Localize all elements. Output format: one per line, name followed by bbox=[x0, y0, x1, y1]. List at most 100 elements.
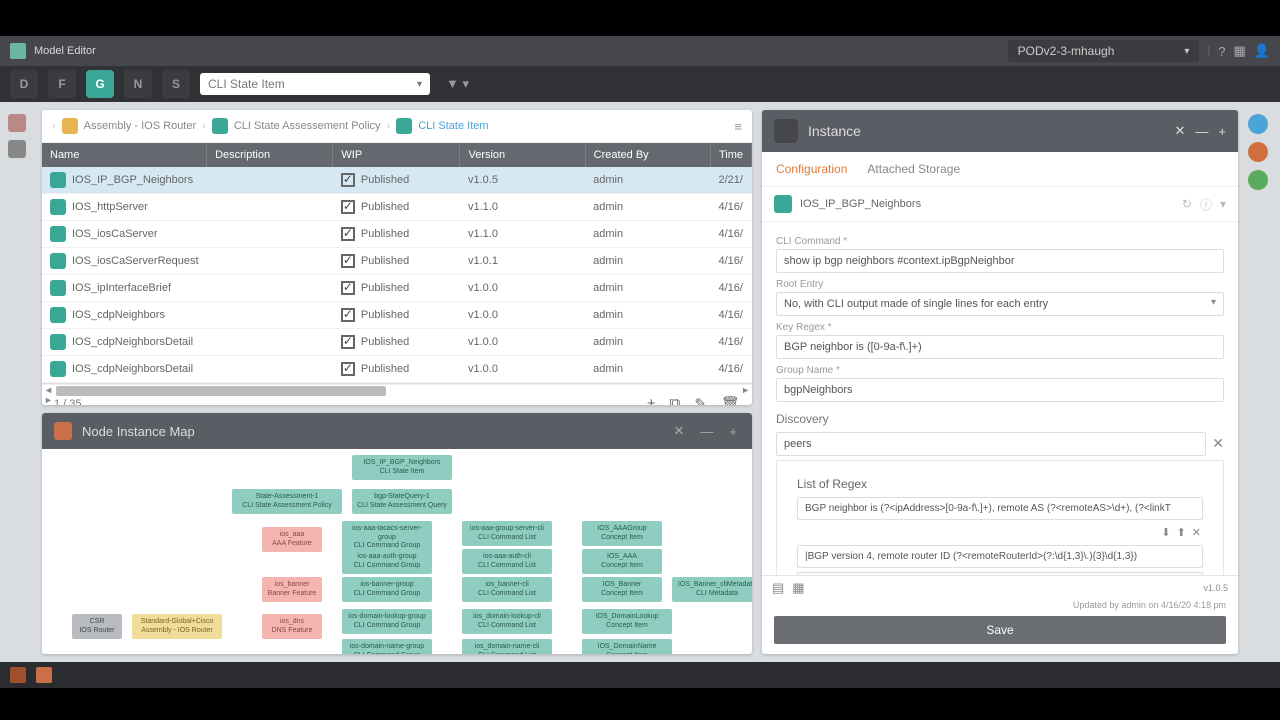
map-node[interactable]: ios_dnsDNS Feature bbox=[262, 614, 322, 639]
map-node[interactable]: ios_domain-lookup-cliCLI Command List bbox=[462, 609, 552, 634]
map-node[interactable]: IOS_BannerConcept Item bbox=[582, 577, 662, 602]
minimize-icon[interactable]: — bbox=[1195, 124, 1208, 139]
col-by[interactable]: Created By bbox=[585, 143, 710, 167]
col-desc[interactable]: Description bbox=[207, 143, 333, 167]
type-filter-dropdown[interactable]: CLI State Item▾ bbox=[200, 73, 430, 95]
hex-icon-s[interactable]: S bbox=[162, 70, 190, 98]
dock-icon[interactable] bbox=[1248, 142, 1268, 162]
table-row[interactable]: IOS_httpServerPublishedv1.1.0admin4/16/ bbox=[42, 194, 752, 221]
map-node[interactable]: IOS_IP_BGP_NeighborsCLI State Item bbox=[352, 455, 452, 480]
cli-command-input[interactable] bbox=[776, 249, 1224, 273]
map-node[interactable]: ios-banner-groupCLI Command Group bbox=[342, 577, 432, 602]
col-wip[interactable]: WIP bbox=[333, 143, 460, 167]
hex-icon-n[interactable]: N bbox=[124, 70, 152, 98]
taskbar-icon[interactable] bbox=[36, 667, 52, 683]
remove-icon[interactable]: ✕ bbox=[1192, 527, 1201, 539]
context-dropdown[interactable]: PODv2-3-mhaugh bbox=[1008, 40, 1200, 62]
map-node[interactable]: State-Assessment-1CLI State Assessment P… bbox=[232, 489, 342, 514]
table-row[interactable]: IOS_cdpNeighborsPublishedv1.0.0admin4/16… bbox=[42, 302, 752, 329]
map-node[interactable]: bgp-StateQuery-1CLI State Assessment Que… bbox=[352, 489, 452, 514]
map-node[interactable]: IOS_AAAConcept Item bbox=[582, 549, 662, 574]
map-node[interactable]: ios_domain-name-cliCLI Command List bbox=[462, 639, 552, 654]
regex-input[interactable]: |BGP version 4, remote router ID (?<remo… bbox=[797, 545, 1203, 568]
remove-icon[interactable]: ✕ bbox=[1212, 435, 1224, 452]
horizontal-scrollbar[interactable]: ◄► bbox=[42, 383, 752, 384]
map-node[interactable]: ios-domain-name-groupCLI Command Group bbox=[342, 639, 432, 654]
table-row[interactable]: IOS_cdpNeighborsDetailPublishedv1.0.0adm… bbox=[42, 329, 752, 356]
move-up-icon[interactable]: ⬆ bbox=[1177, 527, 1186, 539]
grid-icon[interactable]: ▦ bbox=[1234, 43, 1246, 59]
right-dock bbox=[1248, 110, 1272, 654]
map-node[interactable]: IOS_DomainLookupConcept Item bbox=[582, 609, 672, 634]
move-down-icon[interactable]: ⬇ bbox=[1161, 527, 1170, 539]
table-row[interactable]: IOS_cdpNeighborsDetailPublishedv1.0.0adm… bbox=[42, 356, 752, 383]
map-node[interactable]: CSRIOS Router bbox=[72, 614, 122, 639]
columns-icon[interactable]: ≡ bbox=[734, 119, 742, 134]
table-panel: › Assembly - IOS Router › CLI State Asse… bbox=[42, 110, 752, 405]
regex-list-title: List of Regex bbox=[797, 477, 1213, 491]
taskbar-icon[interactable] bbox=[10, 667, 26, 683]
refresh-icon[interactable]: ↻ bbox=[1182, 197, 1192, 211]
map-node[interactable]: IOS_DomainNameConcept Item bbox=[582, 639, 672, 654]
help-icon[interactable]: ? bbox=[1218, 44, 1225, 59]
filter-icon[interactable]: ▼ ▾ bbox=[440, 76, 475, 92]
instance-panel: Instance ✕ — + Configuration Attached St… bbox=[762, 110, 1238, 654]
map-node[interactable]: ios_aaaAAA Feature bbox=[262, 527, 322, 552]
close-icon[interactable]: ✕ bbox=[1175, 123, 1186, 139]
map-node[interactable]: IOS_AAAGroupConcept Item bbox=[582, 521, 662, 546]
breadcrumb-link[interactable]: Assembly - IOS Router bbox=[84, 120, 196, 132]
regex-input[interactable]: BGP neighbor is (?<ipAddress>[0-9a-f\.]+… bbox=[797, 497, 1203, 520]
group-name-input[interactable] bbox=[776, 378, 1224, 402]
dock-icon[interactable] bbox=[8, 140, 26, 158]
add-icon[interactable]: + bbox=[1218, 124, 1226, 139]
regex-input[interactable]: BGP state = (?<bgpState>\w+), (?:up|down… bbox=[797, 572, 1203, 575]
table-row[interactable]: IOS_iosCaServerPublishedv1.1.0admin4/16/ bbox=[42, 221, 752, 248]
discovery-input[interactable] bbox=[776, 432, 1206, 456]
map-node[interactable]: Standard-Global+CiscoAssembly - IOS Rout… bbox=[132, 614, 222, 639]
info-icon[interactable]: ⓘ bbox=[1200, 196, 1212, 213]
dock-icon[interactable] bbox=[1248, 170, 1268, 190]
table-row[interactable]: IOS_iosCaServerRequestPublishedv1.0.1adm… bbox=[42, 248, 752, 275]
save-button[interactable]: Save bbox=[774, 616, 1226, 644]
col-name[interactable]: Name bbox=[42, 143, 207, 167]
map-canvas[interactable]: IOS_IP_BGP_NeighborsCLI State Item State… bbox=[42, 449, 752, 654]
discovery-label: Discovery bbox=[776, 412, 1224, 426]
map-node[interactable]: ios-domain-lookup-groupCLI Command Group bbox=[342, 609, 432, 634]
map-node[interactable]: ios-aaa-group-server-cliCLI Command List bbox=[462, 521, 552, 546]
breadcrumb-current: CLI State Item bbox=[418, 120, 488, 132]
root-entry-select[interactable] bbox=[776, 292, 1224, 316]
dock-icon[interactable] bbox=[8, 114, 26, 132]
map-node[interactable]: ios_bannerBanner Feature bbox=[262, 577, 322, 602]
grid-view-icon[interactable]: ▦ bbox=[792, 580, 804, 596]
table-row[interactable]: IOS_ipInterfaceBriefPublishedv1.0.0admin… bbox=[42, 275, 752, 302]
user-icon[interactable]: 👤 bbox=[1254, 43, 1270, 59]
col-time[interactable]: Time bbox=[710, 143, 751, 167]
regex-group: List of Regex BGP neighbor is (?<ipAddre… bbox=[776, 460, 1224, 575]
chevron-down-icon[interactable]: ▾ bbox=[1220, 197, 1226, 211]
close-icon[interactable]: ✕ bbox=[671, 423, 688, 439]
policy-icon bbox=[212, 118, 228, 134]
divider: | bbox=[1207, 45, 1210, 57]
updated-label: Updated by admin on 4/16/20 4:18 pm bbox=[762, 600, 1238, 610]
hex-icon-d[interactable]: D bbox=[10, 70, 38, 98]
dock-icon[interactable] bbox=[1248, 114, 1268, 134]
map-hex-icon bbox=[54, 422, 72, 440]
key-regex-input[interactable] bbox=[776, 335, 1224, 359]
add-icon[interactable]: + bbox=[726, 424, 740, 439]
map-node[interactable]: ios-aaa-auth-groupCLI Command Group bbox=[342, 549, 432, 574]
table-row[interactable]: IOS_IP_BGP_NeighborsPublishedv1.0.5admin… bbox=[42, 167, 752, 194]
group-name-label: Group Name * bbox=[776, 365, 1224, 376]
map-node[interactable]: ios_banner-cliCLI Command List bbox=[462, 577, 552, 602]
map-node[interactable]: ios-aaa-auth-cliCLI Command List bbox=[462, 549, 552, 574]
hex-icon-g[interactable]: G bbox=[86, 70, 114, 98]
tab-storage[interactable]: Attached Storage bbox=[867, 162, 960, 176]
col-ver[interactable]: Version bbox=[460, 143, 585, 167]
tab-configuration[interactable]: Configuration bbox=[776, 162, 847, 176]
map-node[interactable]: IOS_Banner_cliMetadataCLI Metadata bbox=[672, 577, 752, 602]
instance-icon bbox=[774, 119, 798, 143]
left-dock bbox=[8, 110, 32, 654]
breadcrumb-link[interactable]: CLI State Assessement Policy bbox=[234, 120, 381, 132]
minimize-icon[interactable]: — bbox=[697, 424, 716, 439]
list-view-icon[interactable]: ▤ bbox=[772, 580, 784, 596]
hex-icon-f[interactable]: F bbox=[48, 70, 76, 98]
